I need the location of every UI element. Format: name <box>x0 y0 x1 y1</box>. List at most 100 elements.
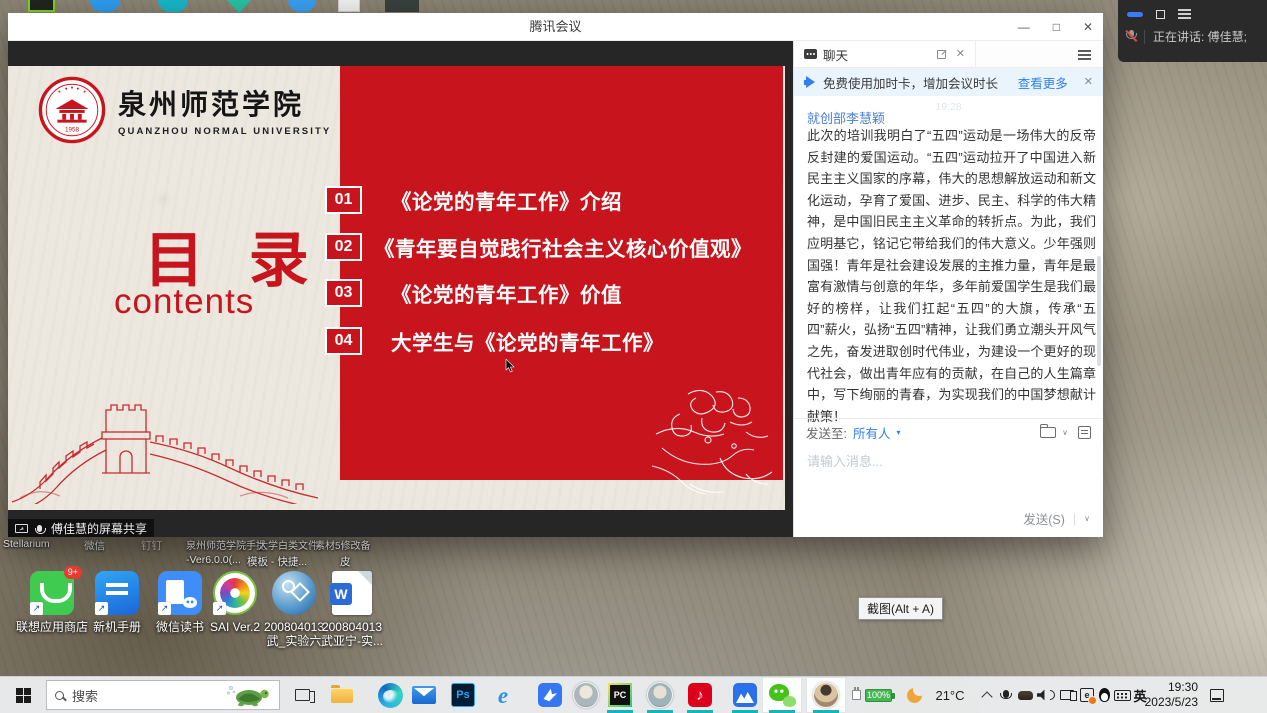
announcement-icon[interactable] <box>1078 426 1091 439</box>
presentation-slide: 1958 泉州师范学院 QUANZHOU NORMAL UNIVERSITY 目… <box>8 66 785 510</box>
toc-subtitle: contents <box>114 282 254 322</box>
avatar-icon <box>647 682 673 708</box>
layout-icon[interactable] <box>1156 10 1165 19</box>
window-title: 腾讯会议 <box>8 13 1103 40</box>
screen-share-icon <box>15 524 28 533</box>
send-button-label[interactable]: 发送(S) <box>1023 509 1065 528</box>
toc-number: 03 <box>325 279 362 307</box>
ghost-icon-label: 皮 <box>340 554 351 569</box>
close-button[interactable]: ✕ <box>1083 20 1093 34</box>
chat-tab-close-icon[interactable]: ✕ <box>956 49 965 60</box>
windows-logo-icon <box>16 688 31 703</box>
chat-menu-icon[interactable] <box>1078 50 1091 60</box>
restore-bar-icon[interactable] <box>1127 12 1143 17</box>
start-button[interactable] <box>0 677 46 713</box>
weather-temperature[interactable]: 21°C <box>928 677 972 713</box>
tab-chat[interactable]: 聊天 ✕ <box>794 41 976 67</box>
taskbar-mountain-app[interactable] <box>725 677 765 713</box>
taskbar-clock[interactable]: 19:30 2023/5/23 <box>1146 677 1198 713</box>
turtle-image[interactable] <box>225 683 271 708</box>
avatar-icon <box>573 682 599 708</box>
tray-mic-icon[interactable] <box>998 677 1014 713</box>
caret-down-icon[interactable]: ▾ <box>897 428 901 437</box>
pycharm-icon: PC <box>608 683 632 707</box>
shortcut-arrow-icon: ↗ <box>95 602 108 615</box>
taskbar-file-explorer[interactable] <box>322 677 362 713</box>
tray-volume-icon[interactable] <box>1036 677 1056 713</box>
task-view-icon <box>295 689 310 701</box>
attach-chevron-icon[interactable]: ∨ <box>1062 428 1068 437</box>
tray-display-cast-icon[interactable] <box>1057 677 1077 713</box>
maximize-button[interactable]: □ <box>1053 20 1060 34</box>
taskbar-netease-music[interactable]: ♪ <box>680 677 720 713</box>
megaphone-icon <box>804 76 816 88</box>
banner-close-icon[interactable]: ✕ <box>1084 77 1093 88</box>
taskbar-thunder[interactable] <box>530 677 570 713</box>
message-body: 此次的培训我明白了“五四”运动是一场伟大的反帝反封建的爱国运动。“五四”运动拉开… <box>807 125 1096 427</box>
minimize-button[interactable]: — <box>1018 20 1030 34</box>
photoshop-icon: Ps <box>451 683 475 707</box>
screenshot-tooltip: 截图(Alt + A) <box>858 597 943 620</box>
desktop-icon-sai[interactable]: ↗ SAI Ver.2 <box>203 571 267 634</box>
tray-expand-chevron-icon[interactable] <box>978 677 996 713</box>
toc-text: 《论党的青年工作》介绍 <box>374 185 622 215</box>
toc-item-1: 01 《论党的青年工作》介绍 <box>325 185 622 215</box>
desktop-icon-stub <box>385 0 419 12</box>
panel-divider <box>1144 30 1145 44</box>
send-to-dropdown[interactable]: 所有人 <box>853 423 891 442</box>
toc-item-3: 03 《论党的青年工作》价值 <box>325 278 622 308</box>
taskbar-avatar-app-2[interactable] <box>640 677 680 713</box>
action-center-icon[interactable] <box>1200 677 1234 713</box>
banner-see-more-link[interactable]: 查看更多 <box>1018 73 1068 92</box>
desktop-icon-stub <box>90 0 120 12</box>
send-options-chevron-icon[interactable]: ∨ <box>1084 514 1090 523</box>
search-placeholder: 搜索 <box>72 686 217 705</box>
desktop-icon-lenovo-store[interactable]: 9+ ↗ 联想应用商店 <box>20 571 84 634</box>
desktop-icon-stub <box>158 0 188 12</box>
muted-mic-icon[interactable] <box>1126 30 1136 43</box>
ghost-icon-label: 微信 <box>84 538 105 553</box>
task-view-button[interactable] <box>284 677 320 713</box>
desktop-background: Stellarium 微信 钉钉 泉州师范学院手提 大学白类文件 素材5修改备 … <box>0 0 1267 713</box>
desktop-icon-stub <box>28 0 55 12</box>
desktop-icon-manual[interactable]: ↗ 新机手册 <box>85 571 149 634</box>
desktop-icon-stub <box>288 0 316 12</box>
desktop-icon-experiment-file[interactable]: 200804013武_实验六 <box>262 571 326 648</box>
taskbar-user-avatar[interactable] <box>806 677 846 713</box>
taskbar-ie[interactable]: e <box>483 677 523 713</box>
ghost-icon-label: 大学白类文件 <box>258 537 318 552</box>
screen-share-view: 1958 泉州师范学院 QUANZHOU NORMAL UNIVERSITY 目… <box>8 41 793 537</box>
battery-indicator[interactable]: 100% <box>848 677 896 713</box>
toc-text: 《论党的青年工作》价值 <box>374 278 622 308</box>
ghost-icon-label: -Ver6.0.0(... <box>186 554 241 566</box>
ghost-icon-label: 泉州师范学院手提 <box>186 537 266 552</box>
toc-item-2: 02 《青年要自觉践行社会主义核心价值观》 <box>325 232 752 262</box>
touch-keyboard-icon[interactable] <box>1112 677 1133 713</box>
panel-menu-icon[interactable] <box>1178 9 1191 19</box>
toc-number: 01 <box>325 186 362 214</box>
taskbar-mail[interactable] <box>404 677 444 713</box>
night-mode-moon-icon[interactable] <box>903 677 925 713</box>
desktop-icon-word-doc[interactable]: W 200804013武亚宁-实... <box>320 571 384 648</box>
send-to-row: 发送至: 所有人 ▾ ∨ <box>794 418 1103 445</box>
chat-scrollbar[interactable] <box>1097 256 1101 366</box>
battery-percent: 100% <box>865 689 892 702</box>
promo-banner: 免费使用加时卡，增加会议时长 查看更多 ✕ <box>794 68 1103 96</box>
taskbar-photoshop[interactable]: Ps <box>443 677 483 713</box>
popout-icon[interactable] <box>937 50 946 59</box>
message-input[interactable]: 请输入消息... <box>807 451 883 470</box>
taskbar-wechat[interactable] <box>762 677 802 713</box>
file-attach-icon[interactable] <box>1040 427 1056 438</box>
toc-number: 02 <box>325 233 362 261</box>
ghost-icon-label: Stellarium <box>3 538 50 550</box>
banner-text: 免费使用加时卡，增加会议时长 <box>823 73 1011 92</box>
tray-browser-update-icon[interactable]: e <box>1077 677 1097 713</box>
send-button[interactable]: 发送(S) | ∨ <box>1023 509 1090 528</box>
taskbar-pycharm[interactable]: PC <box>600 677 640 713</box>
window-titlebar[interactable]: 腾讯会议 — □ ✕ <box>8 13 1103 41</box>
tray-qq-icon[interactable] <box>1097 677 1112 713</box>
tray-device-icon[interactable] <box>1015 677 1035 713</box>
ghost-icon-label: 素材5修改备 <box>315 537 371 552</box>
search-input[interactable]: 搜索 <box>46 680 280 710</box>
speaker-float-panel: 正在讲话: 傅佳慧; <box>1118 0 1267 62</box>
